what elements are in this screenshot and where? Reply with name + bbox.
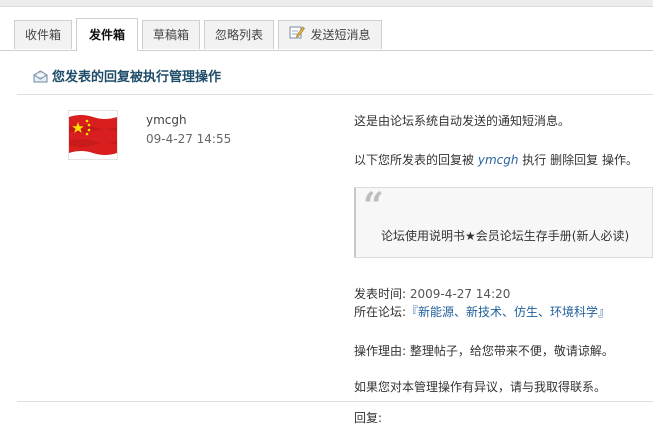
reason-line: 操作理由: 整理帖子，给您带来不便，敬请谅解。 [354, 342, 614, 359]
tab-drafts[interactable]: 草稿箱 [142, 20, 200, 49]
action-suffix: 操作。 [601, 153, 638, 167]
avatar[interactable] [68, 110, 118, 160]
message-intro: 这是由论坛系统自动发送的通知短消息。 [354, 114, 571, 128]
tab-ignore-list[interactable]: 忽略列表 [204, 20, 274, 49]
actor-link[interactable]: ymcgh [478, 153, 519, 167]
post-time-line: 发表时间: 2009-4-27 14:20 [354, 285, 510, 302]
author-name[interactable]: ymcgh [146, 113, 187, 127]
china-flag-avatar-image [69, 111, 117, 159]
post-time-label: 发表时间: [354, 287, 407, 301]
tab-inbox-label: 收件箱 [24, 28, 61, 42]
envelope-icon [33, 70, 48, 86]
contact-line: 如果您对本管理操作有异议，请与我取得联系。 [354, 380, 607, 394]
tab-send-message[interactable]: 发送短消息 [278, 20, 382, 49]
tab-sent-label: 发件箱 [88, 28, 125, 42]
tab-inbox[interactable]: 收件箱 [14, 20, 72, 49]
action-name: 删除回复 [550, 153, 599, 167]
forum-link[interactable]: 『新能源、新技术、仿生、环境科学』 [406, 305, 610, 319]
reply-label: 回复: [354, 411, 383, 425]
compose-icon [289, 21, 306, 50]
forum-label: 所在论坛: [354, 305, 407, 319]
forum-line: 所在论坛:『新能源、新技术、仿生、环境科学』 [354, 303, 610, 320]
tab-bar: 收件箱 发件箱 草稿箱 忽略列表 发送短消息 [0, 18, 653, 51]
post-time-value: 2009-4-27 14:20 [409, 287, 511, 301]
reason-label: 操作理由: [354, 344, 407, 358]
action-line: 以下您所发表的回复被 ymcgh 执行 删除回复 操作。 [354, 151, 638, 168]
thread-header: 您发表的回复被执行管理操作 [17, 60, 653, 95]
tab-ignore-list-label: 忽略列表 [214, 28, 263, 42]
top-strip [0, 0, 653, 7]
action-prefix: 以下您所发表的回复被 [354, 153, 475, 167]
quoted-post: “ 论坛使用说明书★会员论坛生存手册(新人必读) [354, 187, 653, 258]
tab-sent[interactable]: 发件箱 [76, 18, 138, 51]
tab-send-message-label: 发送短消息 [310, 28, 371, 42]
message-time: 09-4-27 14:55 [146, 132, 232, 146]
quote-mark-icon: “ [363, 185, 384, 227]
tab-drafts-label: 草稿箱 [152, 28, 189, 42]
quoted-post-title[interactable]: 论坛使用说明书★会员论坛生存手册(新人必读) [381, 227, 629, 244]
action-middle: 执行 [522, 153, 547, 167]
divider [17, 401, 653, 402]
thread-title: 您发表的回复被执行管理操作 [52, 70, 222, 85]
reason-value: 整理帖子，给您带来不便，敬请谅解。 [409, 344, 614, 358]
